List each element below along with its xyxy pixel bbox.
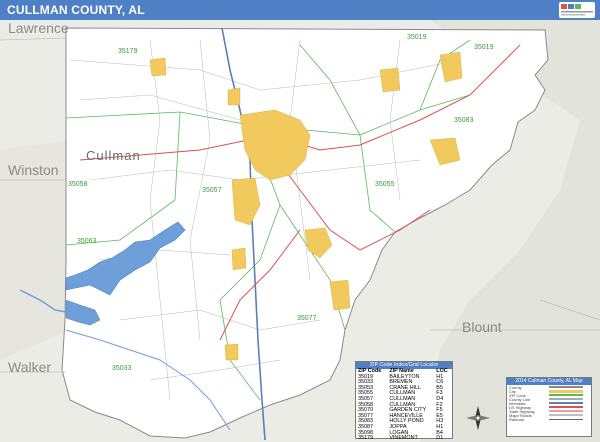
zip-label: 35019 — [407, 34, 427, 41]
legend-swatch — [549, 398, 583, 400]
city-fairview — [379, 67, 401, 93]
legend-label: Railroad — [509, 416, 524, 422]
city-vinemont — [149, 57, 167, 77]
zip-label: 35063 — [77, 238, 97, 245]
zip-label: 35033 — [112, 365, 132, 372]
zip-index-grid: ZIP Code ZIP Name LOC 35019 BAILEYTON H1 3… — [356, 368, 452, 442]
zip-label: 35058 — [68, 181, 88, 188]
publisher-logo-icon — [559, 2, 595, 18]
city-south-vinemont — [231, 247, 247, 271]
legend-swatch — [549, 414, 583, 416]
county-label-lawrence: Lawrence — [8, 20, 69, 36]
legend-row: Railroad — [507, 416, 591, 422]
map-title-bar: CULLMAN COUNTY, AL — [0, 0, 600, 20]
table-row: 35179 VINEMONT D1 — [356, 436, 452, 442]
legend-swatch — [549, 402, 583, 404]
legend-swatch — [549, 386, 583, 388]
legend-swatch — [549, 406, 583, 408]
zip-label: 35019 — [474, 44, 494, 51]
city-dodge-city — [224, 343, 239, 361]
legend-swatch — [549, 418, 583, 420]
zip-code-index-table: ZIP Code Index/Grid Locator ZIP Code ZIP… — [355, 361, 453, 442]
zip-label: 35179 — [118, 48, 138, 55]
zip-label: 35083 — [454, 117, 474, 124]
loc-cell: D1 — [436, 435, 444, 442]
zip-label: 35057 — [202, 187, 222, 194]
zip-name-cell: VINEMONT — [389, 435, 418, 442]
legend-swatch — [549, 410, 583, 412]
county-label-blount: Blount — [462, 319, 502, 335]
zip-cell: 35179 — [358, 435, 373, 442]
city-west-point — [227, 87, 241, 106]
county-label-winston: Winston — [8, 162, 59, 178]
legend-swatch — [549, 389, 583, 393]
map-legend: 2014 Cullman County, AL Map County City … — [506, 377, 592, 437]
city-label-cullman: Cullman — [86, 148, 141, 163]
zip-label: 35077 — [297, 315, 317, 322]
map-title: CULLMAN COUNTY, AL — [7, 3, 145, 17]
county-label-walker: Walker — [8, 359, 51, 375]
zip-label: 35055 — [375, 181, 395, 188]
legend-swatch — [549, 394, 583, 396]
